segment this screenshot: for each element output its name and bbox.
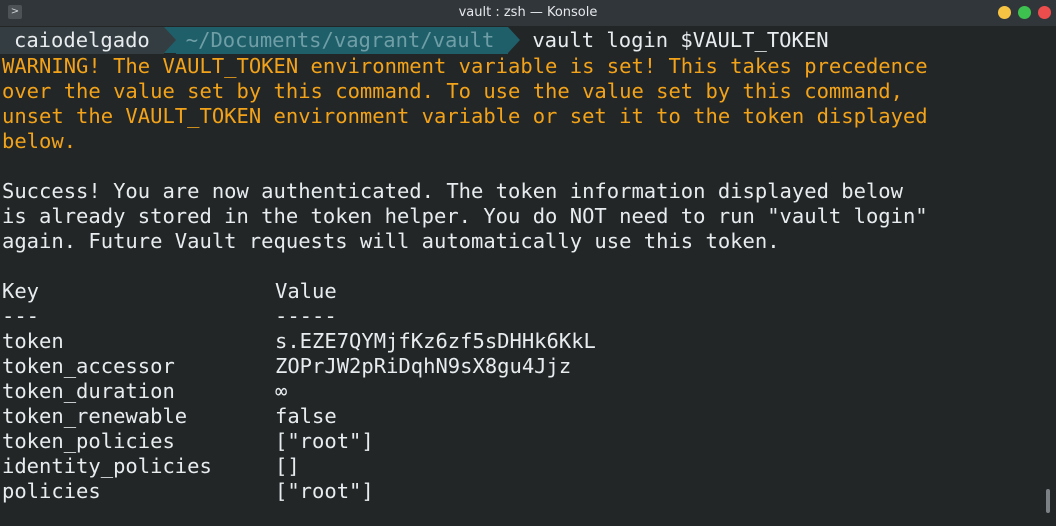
maximize-button[interactable] — [1018, 6, 1031, 19]
table-row: token_accessor ZOPrJW2pRiDqhN9sX8gu4Jjz — [0, 354, 1040, 379]
header-value: Value — [275, 279, 337, 303]
header-key: Key — [2, 279, 40, 303]
table-row: token_policies ["root"] — [0, 429, 1040, 454]
success-line: is already stored in the token helper. Y… — [2, 204, 928, 228]
prompt-separator-icon — [163, 27, 176, 53]
prompt-separator-icon — [508, 27, 521, 53]
minimize-button[interactable] — [998, 6, 1011, 19]
prompt-command: vault login $VAULT_TOKEN — [532, 28, 829, 52]
row-key: policies — [2, 479, 101, 503]
table-row: token_renewable false — [0, 404, 1040, 429]
separator-key: --- — [2, 304, 40, 328]
row-value: ZOPrJW2pRiDqhN9sX8gu4Jjz — [275, 354, 572, 378]
table-row: token s.EZE7QYMjfKz6zf5sDHHk6KkL — [0, 329, 1040, 354]
konsole-window: > vault : zsh — Konsole caiodelgado ~/Doc… — [0, 0, 1056, 526]
success-line: Success! You are now authenticated. The … — [2, 179, 903, 203]
window-title: vault : zsh — Konsole — [458, 5, 598, 20]
warning-line: below. — [2, 129, 77, 153]
table-header: Key Value — [0, 279, 1040, 304]
row-key: token_renewable — [2, 404, 188, 428]
row-key: token_policies — [2, 429, 175, 453]
warning-line: unset the VAULT_TOKEN environment variab… — [2, 104, 928, 128]
row-key: identity_policies — [2, 454, 212, 478]
prompt-user: caiodelgado — [0, 27, 164, 54]
row-value: ["root"] — [275, 429, 374, 453]
terminal-output[interactable]: caiodelgado ~/Documents/vagrant/vault vaul… — [0, 27, 1040, 526]
row-value: s.EZE7QYMjfKz6zf5sDHHk6KkL — [275, 329, 596, 353]
row-key: token_duration — [2, 379, 175, 403]
row-value: [] — [275, 454, 300, 478]
table-row: policies ["root"] — [0, 479, 1040, 504]
vertical-scrollbar[interactable] — [1042, 27, 1056, 526]
row-key: token_accessor — [2, 354, 175, 378]
prompt-path: ~/Documents/vagrant/vault — [175, 27, 509, 54]
row-value: ["root"] — [275, 479, 374, 503]
close-button[interactable] — [1038, 6, 1051, 19]
scrollbar-thumb[interactable] — [1046, 489, 1050, 513]
separator-value: ----- — [275, 304, 337, 328]
row-value: false — [275, 404, 337, 428]
success-line: again. Future Vault requests will automa… — [2, 229, 780, 253]
table-row: token_duration ∞ — [0, 379, 1040, 404]
row-key: token — [2, 329, 64, 353]
row-value: ∞ — [275, 379, 288, 403]
warning-line: WARNING! The VAULT_TOKEN environment var… — [2, 54, 928, 78]
warning-line: over the value set by this command. To u… — [2, 79, 903, 103]
table-row: identity_policies [] — [0, 454, 1040, 479]
title-bar[interactable]: > vault : zsh — Konsole — [0, 0, 1056, 26]
shell-prompt: caiodelgado ~/Documents/vagrant/vault vaul… — [0, 27, 1040, 54]
table-separator: --- ----- — [0, 304, 1040, 329]
